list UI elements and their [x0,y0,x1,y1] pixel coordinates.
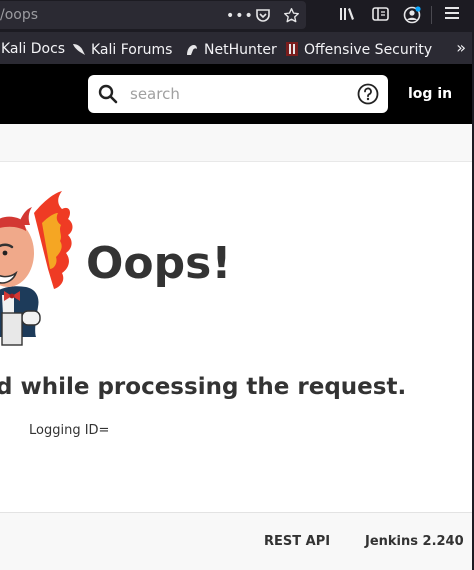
search-input[interactable] [130,83,340,105]
browser-toolbar: /oops ••• [0,0,474,31]
account-icon[interactable] [403,6,421,24]
bookmark-kali-docs[interactable]: Kali Docs [1,41,65,57]
page-title: Oops! [86,238,232,289]
nethunter-icon [187,45,197,55]
hamburger-menu-icon[interactable] [443,6,461,24]
bookmark-label: Offensive Security [304,42,433,58]
bookmark-kali-forums[interactable]: Kali Forums [71,41,172,58]
jenkins-version-link[interactable]: Jenkins 2.240 [365,534,464,549]
jenkins-devil-logo [0,191,73,346]
help-icon[interactable] [357,83,379,105]
bookmark-label: Kali Docs [1,41,66,57]
reader-view-icon[interactable] [371,6,389,24]
bookmark-star-icon[interactable] [282,7,300,25]
bookmark-nethunter[interactable]: NetHunter [184,41,277,58]
page-footer: REST API Jenkins 2.240 [0,512,474,570]
url-text[interactable]: /oops [0,7,38,23]
pocket-icon[interactable] [254,7,272,25]
toolbar-separator [431,6,432,24]
breadcrumb-bar [0,124,474,162]
logging-id: Logging ID= [29,423,110,438]
bookmarks-overflow-button[interactable]: » [456,38,466,57]
jenkins-header: log in [0,64,474,124]
more-dots-icon[interactable]: ••• [226,7,253,25]
search-icon [98,84,118,104]
offsec-icon [286,42,298,56]
bookmark-label: NetHunter [204,42,277,58]
bookmark-label: Kali Forums [91,42,173,58]
bookmarks-bar: Kali Docs Kali Forums NetHunter Offensiv… [0,31,474,64]
bookmark-offensive-security[interactable]: Offensive Security [284,41,432,58]
search-box[interactable] [88,75,388,113]
error-message: d while processing the request. [0,374,407,400]
library-icon[interactable] [339,6,357,24]
kali-dragon-icon [73,44,85,55]
login-link[interactable]: log in [408,86,452,102]
url-bar[interactable]: /oops ••• [0,1,306,29]
rest-api-link[interactable]: REST API [264,534,330,549]
